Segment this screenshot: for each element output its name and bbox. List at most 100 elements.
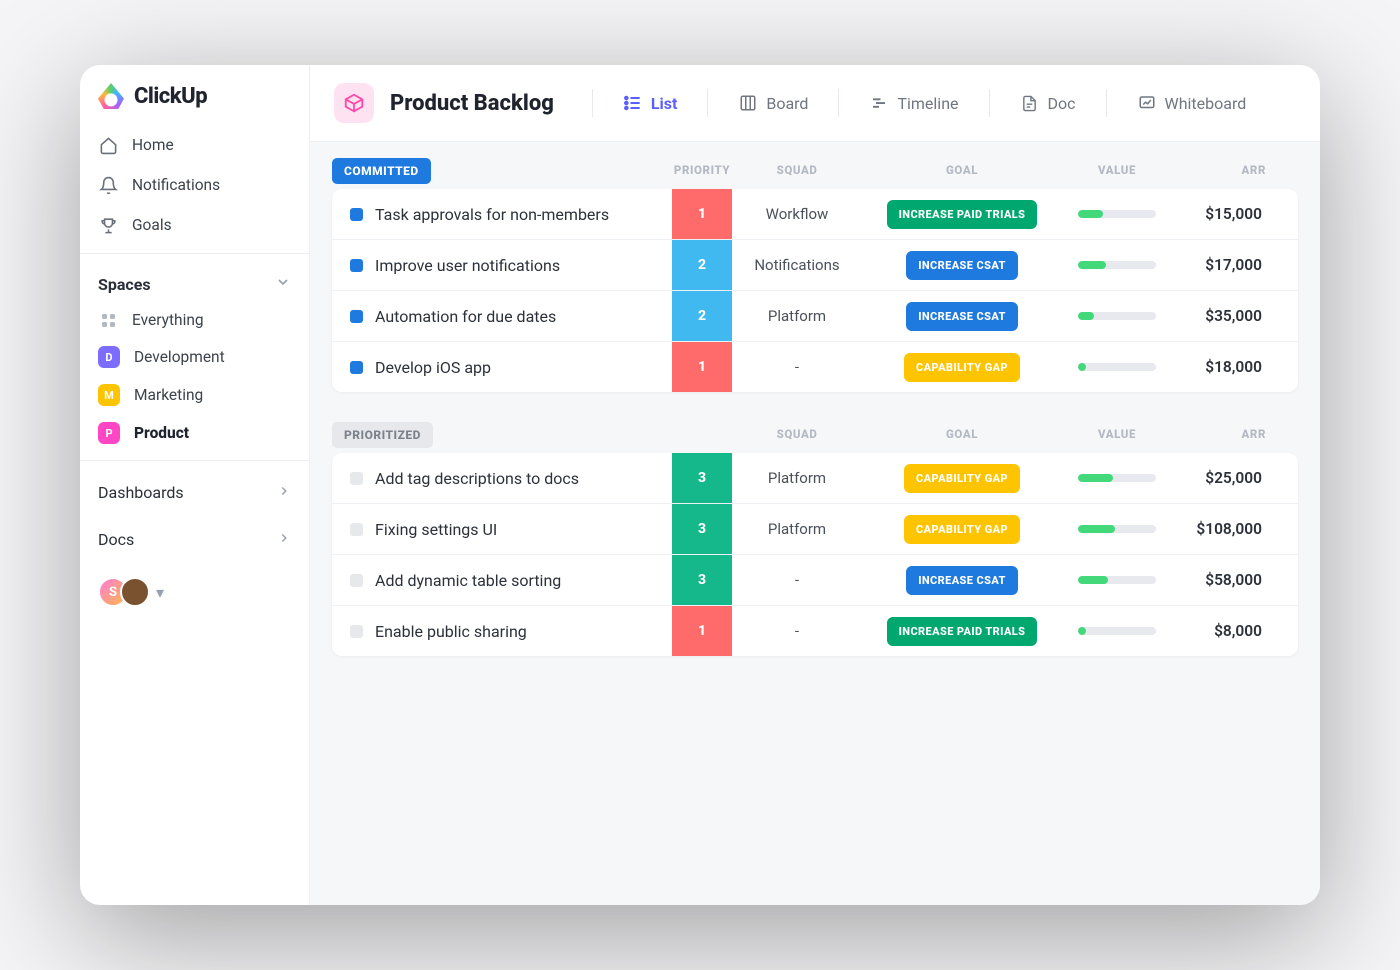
- goal-badge[interactable]: INCREASE PAID TRIALS: [887, 617, 1038, 646]
- avatar: [120, 577, 150, 607]
- squad-cell[interactable]: -: [732, 358, 862, 376]
- task-name: Add tag descriptions to docs: [375, 469, 579, 488]
- chevron-down-icon: [275, 274, 291, 294]
- task-group: PRIORITIZED SQUAD GOAL VALUE ARR Add tag…: [332, 424, 1298, 656]
- squad-cell[interactable]: Notifications: [732, 256, 862, 274]
- member-avatars[interactable]: S ▾: [80, 563, 309, 621]
- progress-bar: [1078, 627, 1156, 635]
- priority-cell[interactable]: 3: [672, 504, 732, 554]
- space-everything-label: Everything: [132, 311, 204, 329]
- nav-docs[interactable]: Docs: [80, 516, 309, 563]
- task-row[interactable]: Fixing settings UI 3 Platform CAPABILITY…: [332, 504, 1298, 555]
- priority-cell[interactable]: 3: [672, 453, 732, 503]
- progress-bar: [1078, 210, 1156, 218]
- status-dot-icon: [350, 361, 363, 374]
- value-cell: [1062, 261, 1172, 269]
- priority-cell[interactable]: 2: [672, 291, 732, 341]
- space-everything[interactable]: Everything: [80, 302, 309, 338]
- task-name-cell: Add dynamic table sorting: [332, 571, 672, 590]
- list-icon: [623, 93, 643, 113]
- arr-cell: $25,000: [1172, 469, 1272, 487]
- col-header-squad: SQUAD: [732, 163, 862, 177]
- space-development-label: Development: [134, 348, 225, 366]
- value-cell: [1062, 525, 1172, 533]
- squad-cell[interactable]: -: [732, 622, 862, 640]
- caret-down-icon: ▾: [156, 583, 164, 602]
- view-tab-doc[interactable]: Doc: [1014, 89, 1082, 117]
- status-dot-icon: [350, 523, 363, 536]
- view-tab-doc-label: Doc: [1048, 94, 1076, 113]
- chevron-right-icon: [277, 483, 291, 502]
- brand[interactable]: ClickUp: [80, 69, 309, 125]
- goal-badge[interactable]: INCREASE CSAT: [906, 251, 1018, 280]
- status-dot-icon: [350, 574, 363, 587]
- nav-dashboards[interactable]: Dashboards: [80, 469, 309, 516]
- task-name-cell: Develop iOS app: [332, 358, 672, 377]
- status-dot-icon: [350, 208, 363, 221]
- space-badge-d: D: [98, 346, 120, 368]
- goal-badge[interactable]: CAPABILITY GAP: [904, 353, 1020, 382]
- nav-notifications[interactable]: Notifications: [80, 165, 309, 205]
- task-row[interactable]: Automation for due dates 2 Platform INCR…: [332, 291, 1298, 342]
- task-name-cell: Improve user notifications: [332, 256, 672, 275]
- arr-cell: $8,000: [1172, 622, 1272, 640]
- priority-cell[interactable]: 1: [672, 342, 732, 392]
- view-tab-whiteboard[interactable]: Whiteboard: [1131, 89, 1253, 117]
- squad-cell[interactable]: Platform: [732, 520, 862, 538]
- space-marketing-label: Marketing: [134, 386, 203, 404]
- task-row[interactable]: Improve user notifications 2 Notificatio…: [332, 240, 1298, 291]
- arr-cell: $17,000: [1172, 256, 1272, 274]
- col-header-goal: GOAL: [862, 427, 1062, 441]
- progress-bar: [1078, 363, 1156, 371]
- divider: [80, 460, 309, 461]
- arr-cell: $15,000: [1172, 205, 1272, 223]
- squad-cell[interactable]: Platform: [732, 307, 862, 325]
- goal-badge[interactable]: CAPABILITY GAP: [904, 515, 1020, 544]
- task-row[interactable]: Add tag descriptions to docs 3 Platform …: [332, 453, 1298, 504]
- divider: [989, 89, 990, 117]
- squad-cell[interactable]: Workflow: [732, 205, 862, 223]
- space-product[interactable]: P Product: [80, 414, 309, 452]
- progress-bar: [1078, 312, 1156, 320]
- whiteboard-icon: [1137, 93, 1157, 113]
- group-header: PRIORITIZED SQUAD GOAL VALUE ARR: [332, 424, 1298, 453]
- sidebar: ClickUp Home Notifications Goals Spaces: [80, 65, 310, 905]
- task-row[interactable]: Task approvals for non-members 1 Workflo…: [332, 189, 1298, 240]
- task-name-cell: Fixing settings UI: [332, 520, 672, 539]
- brand-logo-icon: [98, 83, 124, 109]
- squad-cell[interactable]: Platform: [732, 469, 862, 487]
- priority-cell[interactable]: 1: [672, 606, 732, 656]
- nav-goals[interactable]: Goals: [80, 205, 309, 245]
- view-tab-list[interactable]: List: [617, 89, 684, 117]
- priority-cell[interactable]: 3: [672, 555, 732, 605]
- group-chip[interactable]: COMMITTED: [332, 158, 431, 184]
- task-name-cell: Automation for due dates: [332, 307, 672, 326]
- task-name-cell: Task approvals for non-members: [332, 205, 672, 224]
- goal-badge[interactable]: INCREASE CSAT: [906, 566, 1018, 595]
- spaces-header[interactable]: Spaces: [80, 262, 309, 302]
- view-tab-timeline[interactable]: Timeline: [863, 89, 964, 117]
- goal-badge[interactable]: INCREASE CSAT: [906, 302, 1018, 331]
- squad-cell[interactable]: -: [732, 571, 862, 589]
- space-development[interactable]: D Development: [80, 338, 309, 376]
- col-header-squad: SQUAD: [732, 427, 862, 441]
- task-row[interactable]: Add dynamic table sorting 3 - INCREASE C…: [332, 555, 1298, 606]
- task-row[interactable]: Develop iOS app 1 - CAPABILITY GAP $18,0…: [332, 342, 1298, 392]
- space-badge-m: M: [98, 384, 120, 406]
- space-marketing[interactable]: M Marketing: [80, 376, 309, 414]
- priority-cell[interactable]: 2: [672, 240, 732, 290]
- group-chip[interactable]: PRIORITIZED: [332, 422, 433, 448]
- grid-icon: [98, 310, 118, 330]
- priority-cell[interactable]: 1: [672, 189, 732, 239]
- goal-badge[interactable]: INCREASE PAID TRIALS: [887, 200, 1038, 229]
- space-product-label: Product: [134, 424, 189, 442]
- task-name-cell: Add tag descriptions to docs: [332, 469, 672, 488]
- task-name-cell: Enable public sharing: [332, 622, 672, 641]
- view-tab-board[interactable]: Board: [732, 89, 814, 117]
- nav-home-label: Home: [132, 136, 174, 154]
- nav-home[interactable]: Home: [80, 125, 309, 165]
- value-cell: [1062, 474, 1172, 482]
- task-row[interactable]: Enable public sharing 1 - INCREASE PAID …: [332, 606, 1298, 656]
- bell-icon: [98, 175, 118, 195]
- goal-badge[interactable]: CAPABILITY GAP: [904, 464, 1020, 493]
